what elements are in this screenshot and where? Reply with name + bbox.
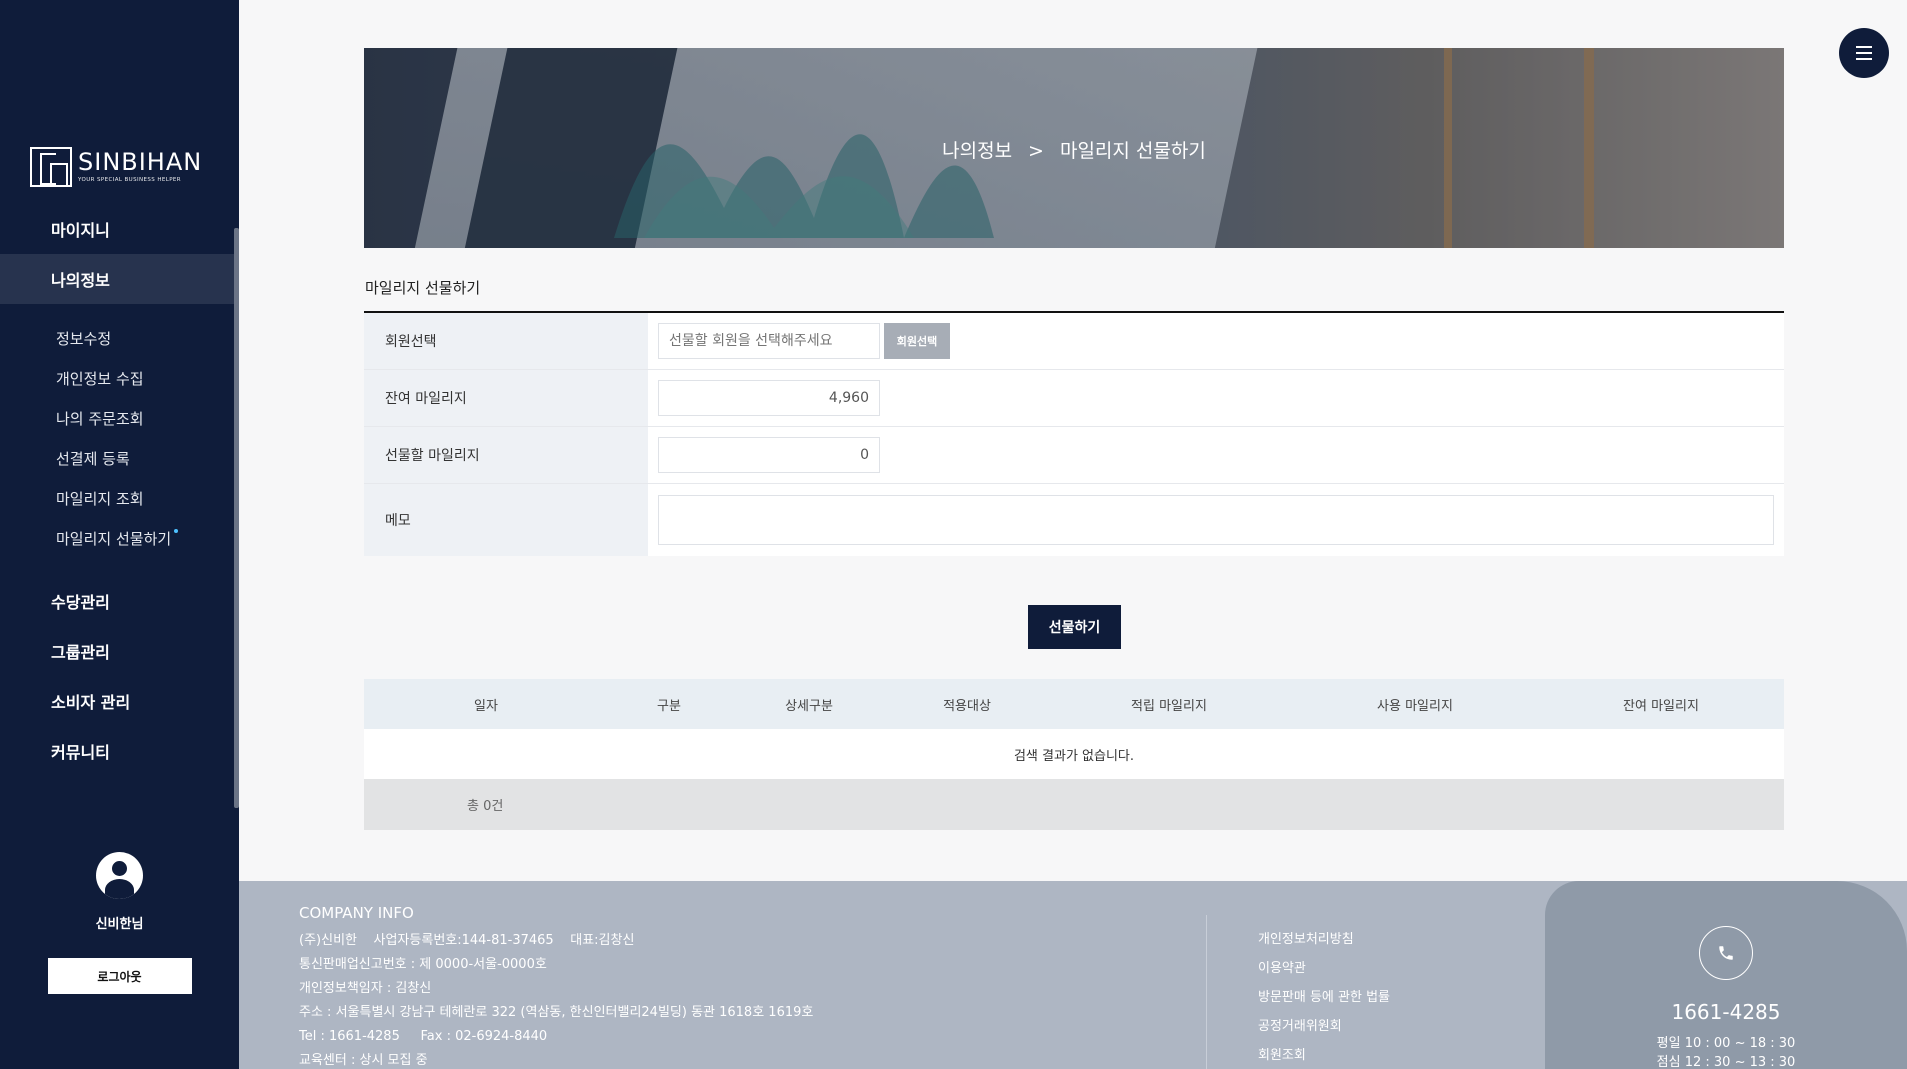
sub-item-mileage-lookup[interactable]: 마일리지 조회 — [0, 478, 234, 518]
brand-logo[interactable]: SINBIHAN YOUR SPECIAL BUSINESS HELPER — [30, 147, 202, 187]
gift-amount-label: 선물할 마일리지 — [364, 427, 648, 483]
footer-link-terms[interactable]: 이용약관 — [1258, 954, 1390, 983]
company-line: 개인정보책임자 : 김창신 — [299, 981, 432, 996]
user-profile: 신비한님 로그아웃 — [0, 852, 239, 994]
sub-item-prepayment[interactable]: 선결제 등록 — [0, 438, 234, 478]
sidebar: SINBIHAN YOUR SPECIAL BUSINESS HELPER 마이… — [0, 0, 239, 1069]
sub-item-label: 마일리지 선물하기 — [56, 529, 172, 548]
company-line: 통신판매업신고번호 : 제 0000-서울-0000호 — [299, 957, 547, 972]
nav-item-mygenie[interactable]: 마이지니 — [0, 204, 234, 254]
nav-item-consumer[interactable]: 소비자 관리 — [0, 676, 234, 726]
sidebar-scrollbar[interactable] — [234, 228, 239, 808]
col-type: 구분 — [657, 698, 681, 714]
breadcrumb-separator: > — [1028, 140, 1044, 162]
nav-item-community[interactable]: 커뮤니티 — [0, 726, 234, 776]
phone-icon — [1699, 926, 1753, 980]
col-date: 일자 — [474, 698, 498, 714]
active-dot-icon — [174, 529, 178, 533]
balance-label: 잔여 마일리지 — [364, 370, 648, 426]
hamburger-icon — [1856, 46, 1872, 48]
footer-link-door-to-door-law[interactable]: 방문판매 등에 관한 법률 — [1258, 983, 1390, 1012]
contact-phone: 1661-4285 — [1671, 1000, 1781, 1024]
user-name: 신비한님 — [95, 917, 144, 932]
gift-submit-button[interactable]: 선물하기 — [1028, 605, 1121, 649]
nav-submenu: 정보수정 개인정보 수집 나의 주문조회 선결제 등록 마일리지 조회 마일리지… — [0, 304, 234, 576]
col-detail-type: 상세구분 — [785, 698, 833, 714]
mileage-table: 일자 구분 상세구분 적용대상 적립 마일리지 사용 마일리지 잔여 마일리지 … — [364, 679, 1784, 830]
gift-form: 회원선택 회원선택 잔여 마일리지 선물할 마일리지 메모 — [364, 311, 1784, 556]
table-total: 총 0건 — [364, 779, 1784, 830]
hours-weekday: 평일 10 : 00 ~ 18 : 30 — [1656, 1036, 1796, 1051]
business-hours: 평일 10 : 00 ~ 18 : 30 점심 12 : 30 ~ 13 : 3… — [1545, 1034, 1907, 1069]
footer-divider — [1206, 915, 1207, 1069]
member-label: 회원선택 — [364, 313, 648, 369]
company-line: (주)신비한 사업자등록번호:144-81-37465 대표:김창신 — [299, 933, 635, 948]
memo-label: 메모 — [364, 484, 648, 556]
page-title: 마일리지 선물하기 — [365, 279, 481, 297]
table-header: 일자 구분 상세구분 적용대상 적립 마일리지 사용 마일리지 잔여 마일리지 — [364, 679, 1784, 729]
form-row-member: 회원선택 회원선택 — [364, 313, 1784, 370]
company-info-title: COMPANY INFO — [299, 904, 414, 922]
footer-link-member-lookup[interactable]: 회원조회 — [1258, 1041, 1390, 1069]
breadcrumb-current: 마일리지 선물하기 — [1059, 140, 1206, 162]
col-used: 사용 마일리지 — [1377, 698, 1453, 714]
footer-link-ftc[interactable]: 공정거래위원회 — [1258, 1012, 1390, 1041]
nav-item-myinfo[interactable]: 나의정보 — [0, 254, 234, 304]
sub-item-mileage-gift[interactable]: 마일리지 선물하기 — [0, 518, 234, 558]
form-row-memo: 메모 — [364, 484, 1784, 556]
form-row-balance: 잔여 마일리지 — [364, 370, 1784, 427]
col-balance: 잔여 마일리지 — [1623, 698, 1699, 714]
footer-links: 개인정보처리방침 이용약관 방문판매 등에 관한 법률 공정거래위원회 회원조회 — [1258, 925, 1390, 1069]
company-info: COMPANY INFO (주)신비한 사업자등록번호:144-81-37465… — [299, 901, 813, 1069]
menu-button[interactable] — [1839, 28, 1889, 78]
nav-item-group[interactable]: 그룹관리 — [0, 626, 234, 676]
footer: COMPANY INFO (주)신비한 사업자등록번호:144-81-37465… — [239, 881, 1907, 1069]
sub-item-order-lookup[interactable]: 나의 주문조회 — [0, 398, 234, 438]
member-select-button[interactable]: 회원선택 — [884, 323, 950, 359]
hours-lunch: 점심 12 : 30 ~ 13 : 30 — [1656, 1055, 1796, 1069]
company-line: 주소 : 서울특별시 강남구 테헤란로 322 (역삼동, 한신인터밸리24빌딩… — [299, 1005, 814, 1020]
member-select-input[interactable] — [658, 323, 880, 359]
breadcrumb-parent[interactable]: 나의정보 — [942, 140, 1012, 162]
table-empty-row: 검색 결과가 없습니다. — [364, 729, 1784, 779]
page-banner: 나의정보 > 마일리지 선물하기 — [364, 48, 1784, 248]
main-nav: 마이지니 나의정보 정보수정 개인정보 수집 나의 주문조회 선결제 등록 마일… — [0, 221, 234, 776]
gift-amount-input[interactable] — [658, 437, 880, 473]
logout-button[interactable]: 로그아웃 — [47, 958, 192, 994]
balance-field[interactable] — [658, 380, 880, 416]
company-line: 교육센터 : 상시 모집 중 — [299, 1053, 428, 1068]
brand-tagline: YOUR SPECIAL BUSINESS HELPER — [78, 177, 182, 184]
footer-link-privacy[interactable]: 개인정보처리방침 — [1258, 925, 1390, 954]
sub-item-edit-info[interactable]: 정보수정 — [0, 318, 234, 358]
col-target: 적용대상 — [943, 698, 991, 714]
brand-name: SINBIHAN — [78, 148, 203, 177]
company-line: Tel : 1661-4285 Fax : 02-6924-8440 — [299, 1029, 548, 1044]
form-row-gift: 선물할 마일리지 — [364, 427, 1784, 484]
memo-input[interactable] — [658, 495, 1774, 545]
nav-item-allowance[interactable]: 수당관리 — [0, 576, 234, 626]
col-earned: 적립 마일리지 — [1131, 698, 1207, 714]
sub-item-privacy-collect[interactable]: 개인정보 수집 — [0, 358, 234, 398]
avatar-icon — [96, 852, 143, 899]
contact-panel: 1661-4285 평일 10 : 00 ~ 18 : 30 점심 12 : 3… — [1545, 881, 1907, 1069]
logo-icon — [30, 147, 72, 187]
breadcrumb: 나의정보 > 마일리지 선물하기 — [364, 136, 1784, 163]
